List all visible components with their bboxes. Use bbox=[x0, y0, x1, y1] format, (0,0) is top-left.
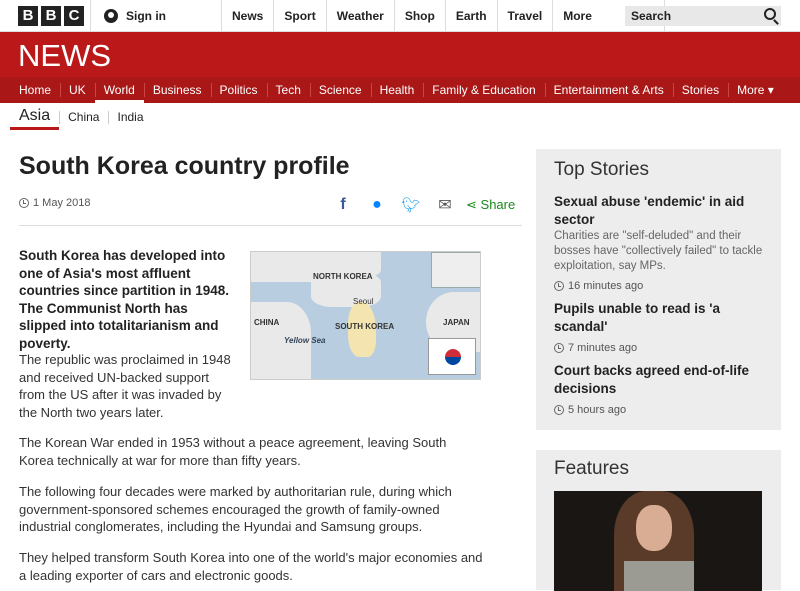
divider bbox=[19, 225, 522, 226]
feature-image[interactable] bbox=[554, 491, 762, 591]
features-heading: Features bbox=[554, 458, 763, 480]
article-paragraph: They helped transform South Korea into o… bbox=[19, 549, 484, 584]
logo-letter: B bbox=[41, 6, 61, 26]
subnav-china[interactable]: China bbox=[59, 103, 108, 130]
nav-uk[interactable]: UK bbox=[60, 77, 95, 103]
sign-in-label: Sign in bbox=[126, 9, 166, 23]
nav-science[interactable]: Science bbox=[310, 77, 371, 103]
email-icon[interactable]: ✉ bbox=[428, 195, 462, 215]
story-title[interactable]: Pupils unable to read is 'a scandal' bbox=[554, 300, 763, 336]
top-nav: News Sport Weather Shop Earth Travel Mor… bbox=[222, 0, 665, 32]
topnav-sport[interactable]: Sport bbox=[274, 0, 326, 32]
bbc-logo[interactable]: BBC bbox=[18, 6, 84, 26]
nav-more[interactable]: More ▾ bbox=[728, 77, 783, 103]
clock-icon bbox=[554, 281, 564, 291]
map-image: NORTH KOREA Seoul CHINA SOUTH KOREA JAPA… bbox=[250, 251, 481, 380]
article-intro: South Korea has developed into one of As… bbox=[19, 247, 234, 352]
story-item[interactable]: Sexual abuse 'endemic' in aid sector Cha… bbox=[554, 193, 763, 292]
map-label: JAPAN bbox=[443, 318, 470, 327]
page-title: South Korea country profile bbox=[19, 152, 350, 181]
sign-in-link[interactable]: Sign in bbox=[90, 0, 222, 32]
article-paragraph: The Korean War ended in 1953 without a p… bbox=[19, 434, 479, 469]
subnav-asia[interactable]: Asia bbox=[10, 103, 59, 130]
time-text: 5 hours ago bbox=[568, 404, 626, 416]
nav-family-education[interactable]: Family & Education bbox=[423, 77, 544, 103]
map-label: Yellow Sea bbox=[284, 336, 326, 345]
main-nav: Home UK World Business Politics Tech Sci… bbox=[0, 77, 800, 103]
search-icon[interactable] bbox=[764, 8, 776, 20]
article-paragraph: The republic was proclaimed in 1948 and … bbox=[19, 351, 234, 421]
nav-health[interactable]: Health bbox=[371, 77, 424, 103]
nav-world[interactable]: World bbox=[95, 77, 144, 103]
sub-nav: Asia China India bbox=[10, 103, 153, 130]
south-korea-flag bbox=[428, 338, 476, 375]
story-time: 5 hours ago bbox=[554, 404, 763, 416]
story-item[interactable]: Pupils unable to read is 'a scandal' 7 m… bbox=[554, 300, 763, 354]
nav-entertainment-arts[interactable]: Entertainment & Arts bbox=[545, 77, 673, 103]
story-time: 16 minutes ago bbox=[554, 280, 763, 292]
topnav-travel[interactable]: Travel bbox=[498, 0, 554, 32]
article-date: 1 May 2018 bbox=[19, 197, 90, 209]
date-text: 1 May 2018 bbox=[33, 197, 90, 209]
story-time: 7 minutes ago bbox=[554, 342, 763, 354]
nav-home[interactable]: Home bbox=[10, 77, 60, 103]
search-input[interactable]: Search bbox=[625, 6, 781, 26]
logo-letter: B bbox=[18, 6, 38, 26]
logo-letter: C bbox=[64, 6, 84, 26]
clock-icon bbox=[554, 405, 564, 415]
facebook-icon[interactable]: f bbox=[326, 196, 360, 214]
topnav-shop[interactable]: Shop bbox=[395, 0, 446, 32]
map-label: CHINA bbox=[254, 318, 279, 327]
share-button[interactable]: ⋖ Share bbox=[466, 197, 515, 213]
map-label: Seoul bbox=[353, 297, 373, 306]
nav-business[interactable]: Business bbox=[144, 77, 211, 103]
clock-icon bbox=[554, 343, 564, 353]
topnav-earth[interactable]: Earth bbox=[446, 0, 498, 32]
time-text: 7 minutes ago bbox=[568, 342, 637, 354]
story-title[interactable]: Sexual abuse 'endemic' in aid sector bbox=[554, 193, 763, 229]
topnav-news[interactable]: News bbox=[222, 0, 274, 32]
twitter-icon[interactable]: 🐦︎ bbox=[394, 196, 428, 214]
share-bar: f ● 🐦︎ ✉ ⋖ Share bbox=[326, 195, 515, 215]
nav-tech[interactable]: Tech bbox=[267, 77, 310, 103]
search-placeholder: Search bbox=[631, 9, 671, 23]
share-icon: ⋖ bbox=[466, 197, 477, 213]
time-text: 16 minutes ago bbox=[568, 280, 643, 292]
map-label: NORTH KOREA bbox=[313, 272, 373, 281]
article-paragraph: The following four decades were marked b… bbox=[19, 483, 484, 536]
top-stories: Top Stories Sexual abuse 'endemic' in ai… bbox=[536, 149, 781, 430]
nav-stories[interactable]: Stories bbox=[673, 77, 728, 103]
topnav-weather[interactable]: Weather bbox=[327, 0, 395, 32]
story-summary: Charities are "self-deluded" and their b… bbox=[554, 229, 763, 274]
subnav-india[interactable]: India bbox=[108, 103, 152, 130]
features: Features bbox=[536, 450, 781, 590]
map-label: SOUTH KOREA bbox=[335, 322, 394, 331]
inset-map bbox=[431, 252, 481, 288]
news-banner: NEWS bbox=[0, 32, 800, 77]
story-item[interactable]: Court backs agreed end-of-life decisions… bbox=[554, 362, 763, 416]
top-stories-heading: Top Stories bbox=[554, 159, 763, 181]
messenger-icon[interactable]: ● bbox=[360, 196, 394, 214]
story-title[interactable]: Court backs agreed end-of-life decisions bbox=[554, 362, 763, 398]
user-icon bbox=[104, 9, 118, 23]
top-bar: BBC Sign in News Sport Weather Shop Eart… bbox=[0, 0, 800, 32]
news-logo[interactable]: NEWS bbox=[18, 38, 111, 74]
clock-icon bbox=[19, 198, 29, 208]
nav-politics[interactable]: Politics bbox=[211, 77, 267, 103]
share-label: Share bbox=[481, 197, 516, 212]
